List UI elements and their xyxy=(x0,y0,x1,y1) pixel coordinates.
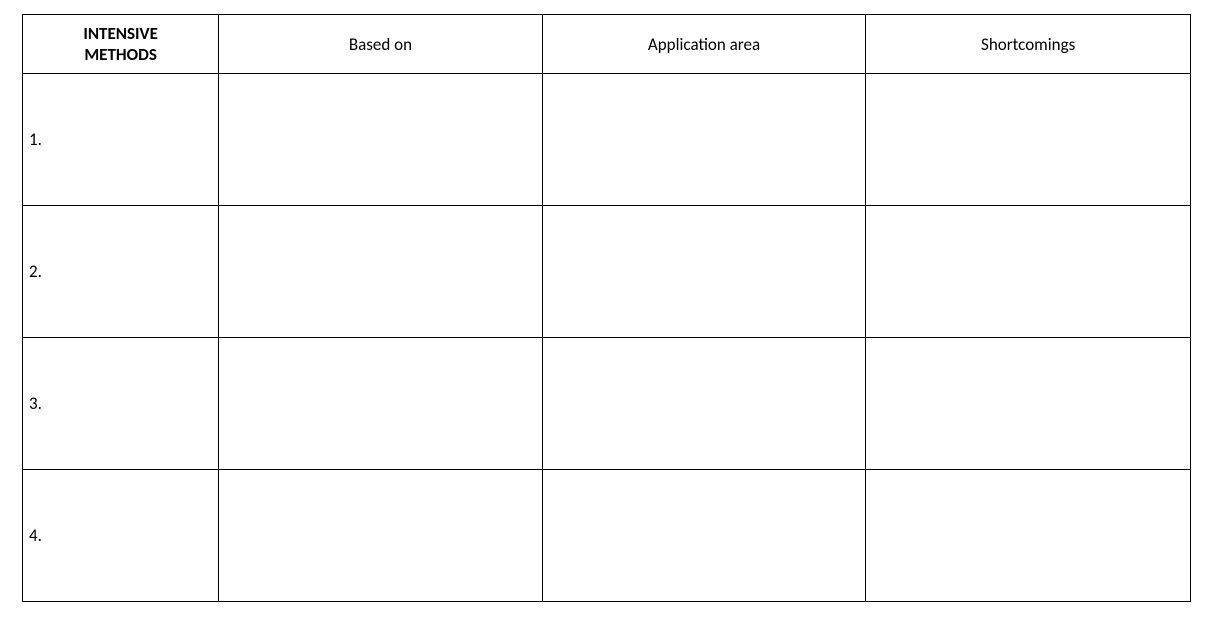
header-intensive-methods: INTENSIVEMETHODS xyxy=(23,15,219,74)
row-number-cell: 4. xyxy=(23,470,219,602)
shortcomings-cell xyxy=(866,74,1191,206)
shortcomings-cell xyxy=(866,206,1191,338)
header-based-on: Based on xyxy=(219,15,543,74)
application-area-cell xyxy=(542,338,866,470)
table-header-row: INTENSIVEMETHODS Based on Application ar… xyxy=(23,15,1191,74)
based-on-cell xyxy=(219,470,543,602)
table-row: 3. xyxy=(23,338,1191,470)
shortcomings-cell xyxy=(866,338,1191,470)
application-area-cell xyxy=(542,74,866,206)
based-on-cell xyxy=(219,206,543,338)
header-intensive-methods-line1: INTENSIVEMETHODS xyxy=(27,23,214,65)
header-shortcomings: Shortcomings xyxy=(866,15,1191,74)
table-row: 2. xyxy=(23,206,1191,338)
row-number-cell: 2. xyxy=(23,206,219,338)
based-on-cell xyxy=(219,74,543,206)
application-area-cell xyxy=(542,470,866,602)
shortcomings-cell xyxy=(866,470,1191,602)
table-row: 4. xyxy=(23,470,1191,602)
row-number-cell: 3. xyxy=(23,338,219,470)
header-application-area: Application area xyxy=(542,15,866,74)
row-number-cell: 1. xyxy=(23,74,219,206)
application-area-cell xyxy=(542,206,866,338)
based-on-cell xyxy=(219,338,543,470)
table-row: 1. xyxy=(23,74,1191,206)
intensive-methods-table: INTENSIVEMETHODS Based on Application ar… xyxy=(22,14,1191,602)
